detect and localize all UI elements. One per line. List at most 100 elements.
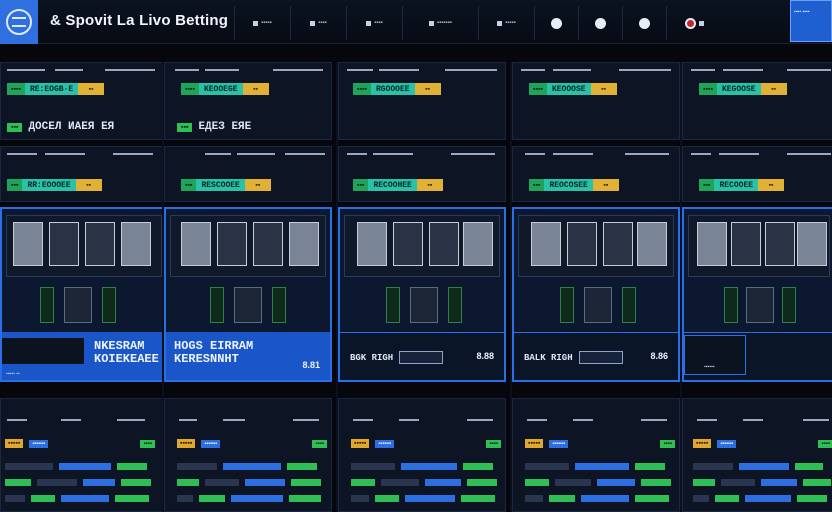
odds-teal[interactable]: KEOOEGE [198,83,243,95]
odds-teal[interactable]: RE:EOGB·E [24,83,79,95]
market-row[interactable] [525,479,675,486]
nav-item-5[interactable]: ▪▪▪▪▪ [478,6,534,40]
app-logo[interactable] [0,0,38,44]
market-row[interactable]: ▪▪▪▪▪ ▪▪▪▪▪▪ ▪▪▪▪ [177,439,327,448]
odds-amber[interactable]: ▪▪ [416,179,443,191]
odds-green[interactable]: ▪▪▪▪ [353,83,371,95]
event-card[interactable]: ▪▪▪▪ KEOOOSE ▪▪ [512,62,680,140]
panel-footer: HOGS EIRRAM KERESNNHT 8.81 [166,332,330,380]
odds-green[interactable]: ▪▪▪ [353,179,369,191]
circle-icon [595,17,606,29]
market-row[interactable] [351,479,501,486]
odds-amber[interactable]: ▪▪ [242,83,269,95]
odds-strip: ▪▪▪▪ RE:EOGB·E ▪▪ [7,83,105,95]
odds-green[interactable]: ▪▪▪▪ [7,83,25,95]
market-row[interactable]: ▪▪▪▪▪ ▪▪▪▪▪▪ ▪▪▪▪ [525,439,675,448]
event-card[interactable]: ▪▪▪▪ RE:EOGB·E ▪▪ ▪▪▪ ДОСЕЛ ИАЕЯ ЕЯ [0,62,168,140]
event-card[interactable]: ▪▪▪ REOCOSEE ▪▪ [512,146,680,202]
odds-amber[interactable]: ▪▪ [758,179,785,191]
betting-panel[interactable]: BGK RIGH 8.88 [338,207,506,382]
odds-green[interactable]: ▪▪▪▪ [181,83,199,95]
market-row[interactable]: ▪▪▪▪▪ ▪▪▪▪▪▪ ▪▪▪▪ [693,439,832,448]
panel-footer: BALK RIGH 8.86 [514,332,678,380]
odds-green[interactable]: ▪▪▪ [699,179,715,191]
nav-item-4[interactable]: ▪▪▪▪▪▪▪ [402,6,478,40]
market-row[interactable] [177,495,327,502]
odds-strip: ▪▪▪ REOCOSEE ▪▪ [529,179,619,191]
panel-odds[interactable]: 8.86 [650,351,668,361]
market-row[interactable] [177,479,327,486]
odds-amber[interactable]: ▪▪ [78,83,105,95]
match-name[interactable]: ЕДЕЗ ЕЯЕ [198,121,251,133]
odds-green[interactable]: ▪▪▪▪ [699,83,717,95]
odds-amber[interactable]: ▪▪ [414,83,441,95]
nav-item-region[interactable] [666,6,722,40]
betting-panel[interactable]: NKESRAM KOIEKEAEE ▪▪▪▪▪ ▪▪ [0,207,168,382]
top-bar: & Spovit La Livo Betting ▪▪▪▪▪ ▪▪▪▪ ▪▪▪▪… [0,0,832,44]
odds-teal[interactable]: RECOOHEE [368,179,417,191]
betting-panel[interactable]: ▪▪▪▪▪▪ [682,207,832,382]
market-row[interactable] [177,463,327,470]
event-card[interactable]: ▪▪▪ RR:EOOOEE ▪▪ [0,146,168,202]
match-name[interactable]: ДОСЕЛ ИАЕЯ ЕЯ [28,121,114,133]
live-stream-preview[interactable] [6,215,162,277]
odds-amber[interactable]: ▪▪ [590,83,617,95]
nav-round-2[interactable] [578,6,622,40]
panel-odds[interactable]: 8.81 [302,360,320,370]
event-card[interactable]: ▪▪▪ RECOOHEE ▪▪ [338,146,506,202]
market-row[interactable] [525,495,675,502]
market-row[interactable] [693,479,832,486]
live-stream-preview[interactable] [344,215,500,277]
nav-round-3[interactable] [622,6,666,40]
live-stream-preview[interactable] [170,215,326,277]
stake-chip[interactable] [399,351,444,364]
market-row[interactable] [693,495,832,502]
account-button[interactable]: ▪▪▪▪ ▪▪▪▪ [790,0,832,42]
live-stream-preview[interactable] [688,215,830,277]
market-row[interactable] [5,495,155,502]
stake-chip[interactable] [578,351,623,364]
odds-green[interactable]: ▪▪▪ [7,179,23,191]
odds-green[interactable]: ▪▪▪ [529,179,545,191]
odds-amber[interactable]: ▪▪ [75,179,102,191]
market-row[interactable] [5,463,155,470]
event-card[interactable]: ▪▪▪▪ KEOOEGE ▪▪ ▪▪▪ ЕДЕЗ ЕЯЕ [164,62,332,140]
event-card[interactable]: ▪▪▪▪ RGOOOEE ▪▪ [338,62,506,140]
live-badge: ▪▪▪ [7,122,23,132]
odds-amber[interactable]: ▪▪ [760,83,787,95]
panel-footer: ▪▪▪▪▪▪ [684,332,832,380]
live-stream-preview[interactable] [518,215,674,277]
betting-panel[interactable]: BALK RIGH 8.86 [512,207,680,382]
betting-panel[interactable]: HOGS EIRRAM KERESNNHT 8.81 [164,207,332,382]
market-row[interactable]: ▪▪▪▪▪ ▪▪▪▪▪▪ ▪▪▪▪ [5,439,155,448]
odds-amber[interactable]: ▪▪ [244,179,271,191]
event-column: ▪▪▪▪ KEOOOSE ▪▪ ▪▪▪ REOCOSEE ▪▪ BALK RIG… [510,62,682,512]
panel-footer-label: BGK RIGH [350,352,394,363]
odds-green[interactable]: ▪▪▪▪ [529,83,547,95]
odds-teal[interactable]: KEGOOSE [716,83,761,95]
nav-item-1[interactable]: ▪▪▪▪▪ [234,6,290,40]
nav-item-2[interactable]: ▪▪▪▪ [290,6,346,40]
market-row[interactable] [525,463,675,470]
odds-amber[interactable]: ▪▪ [592,179,619,191]
nav-round-1[interactable] [534,6,578,40]
nav-item-3[interactable]: ▪▪▪▪ [346,6,402,40]
market-row[interactable] [351,463,501,470]
odds-green[interactable]: ▪▪▪ [181,179,197,191]
panel-odds[interactable]: 8.88 [476,351,494,361]
event-card[interactable]: ▪▪▪ RECOOEE ▪▪ [682,146,832,202]
odds-teal[interactable]: RGOOOEE [370,83,415,95]
market-row[interactable] [351,495,501,502]
odds-teal[interactable]: RECOOEE [714,179,759,191]
odds-teal[interactable]: RR:EOOOEE [22,179,76,191]
event-card[interactable]: ▪▪▪ RESCOOEE ▪▪ [164,146,332,202]
odds-strip: ▪▪▪ RECOOHEE ▪▪ [353,179,443,191]
market-row[interactable] [693,463,832,470]
nav-label: ▪▪▪▪ [374,20,383,26]
odds-teal[interactable]: REOCOSEE [544,179,593,191]
market-row[interactable]: ▪▪▪▪▪ ▪▪▪▪▪▪ ▪▪▪▪ [351,439,501,448]
market-row[interactable] [5,479,155,486]
odds-teal[interactable]: KEOOOSE [546,83,591,95]
event-card[interactable]: ▪▪▪▪ KEGOOSE ▪▪ [682,62,832,140]
odds-teal[interactable]: RESCOOEE [196,179,245,191]
